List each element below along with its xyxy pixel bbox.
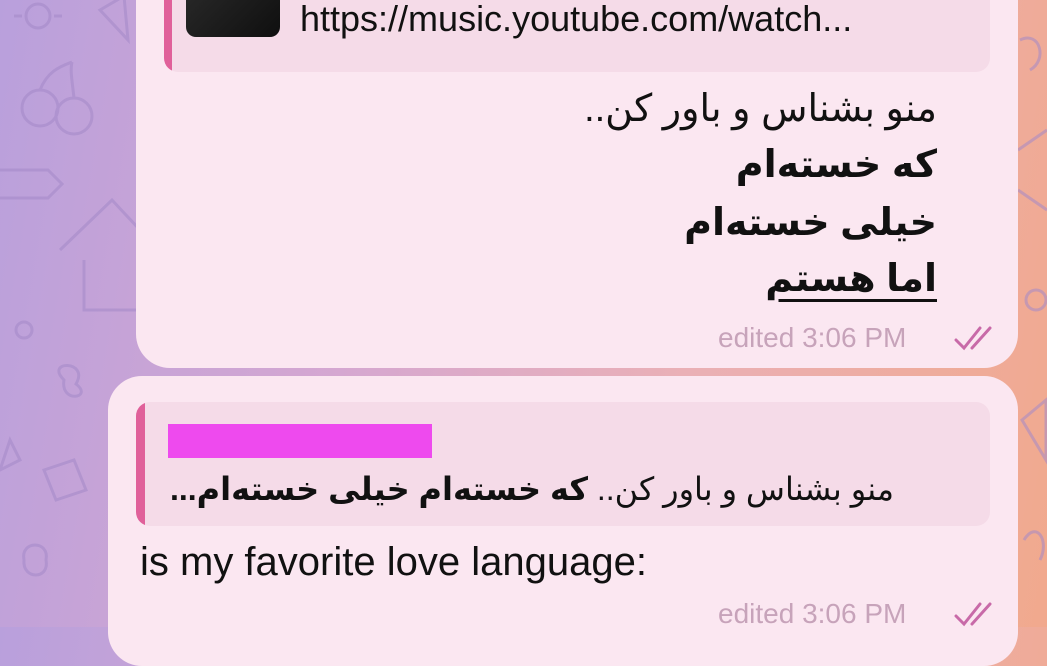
message-2-text: is my favorite love language: (140, 540, 647, 584)
link-url[interactable]: https://music.youtube.com/watch... (300, 0, 984, 40)
double-check-icon (954, 602, 992, 627)
link-preview[interactable]: https://music.youtube.com/watch... (164, 0, 990, 72)
message-line-3: خیلی خسته‌ام (684, 202, 937, 244)
reply-quote-plain: منو بشناس و باور کن.. (587, 471, 895, 507)
link-thumbnail[interactable] (186, 0, 280, 37)
message-line-1: منو بشناس و باور کن.. (584, 88, 937, 130)
reply-author-redacted (168, 424, 432, 458)
message-line-4: اما هستم (765, 258, 937, 300)
reply-quote[interactable]: منو بشناس و باور کن.. که خسته‌ام خیلی خس… (136, 402, 990, 526)
double-check-icon (954, 326, 992, 351)
message-2-timestamp: edited 3:06 PM (718, 598, 907, 629)
message-1-timestamp: edited 3:06 PM (718, 322, 907, 353)
reply-accent-bar (136, 402, 145, 526)
reply-quote-text: منو بشناس و باور کن.. که خسته‌ام خیلی خس… (170, 470, 968, 508)
message-line-2: که خسته‌ام (735, 144, 937, 186)
reply-quote-bold: که خسته‌ام خیلی خسته‌ام... (170, 471, 588, 507)
link-preview-accent-bar (164, 0, 172, 72)
